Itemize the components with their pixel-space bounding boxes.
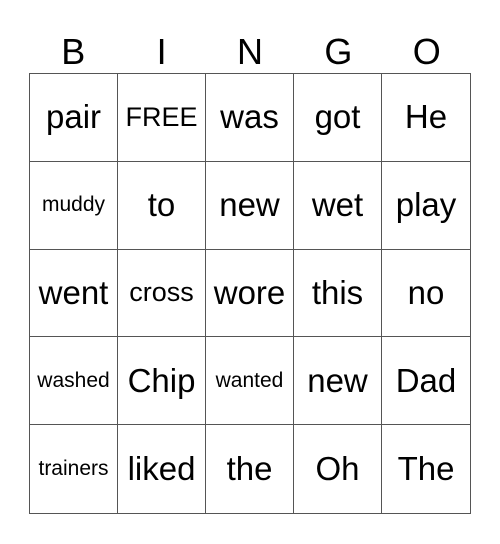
bingo-cell[interactable]: liked (118, 425, 206, 513)
header-letter-g: G (324, 31, 353, 72)
bingo-cell[interactable]: wet (294, 161, 382, 250)
header-letter-b: B (61, 31, 86, 72)
bingo-cell[interactable]: to (118, 161, 206, 250)
bingo-cell[interactable]: He (382, 74, 470, 162)
bingo-grid: pair FREE was got He muddy to new wet play went cro… (29, 73, 471, 514)
header-letter-i: I (156, 31, 167, 72)
bingo-cell[interactable]: trainers (30, 425, 118, 513)
bingo-cell[interactable]: new (294, 337, 382, 426)
header-letter-n: N (236, 31, 263, 72)
bingo-cell[interactable]: was (206, 74, 294, 162)
bingo-cell[interactable]: the (206, 425, 294, 513)
bingo-cell[interactable]: wanted (206, 337, 294, 426)
bingo-cell[interactable]: muddy (30, 161, 118, 250)
bingo-cell[interactable]: Oh (294, 425, 382, 513)
bingo-cell[interactable]: went (30, 249, 118, 338)
bingo-cell[interactable]: washed (30, 337, 118, 426)
header-letter-o: O (412, 31, 441, 72)
bingo-cell[interactable]: The (382, 425, 470, 513)
bingo-cell[interactable]: Dad (382, 337, 470, 426)
bingo-cell[interactable]: no (382, 250, 470, 338)
bingo-cell[interactable]: wore (206, 249, 294, 338)
bingo-header: B I N G O (29, 30, 471, 74)
bingo-cell[interactable]: this (294, 249, 382, 338)
bingo-cell[interactable]: play (382, 162, 470, 250)
bingo-cell[interactable]: new (206, 161, 294, 250)
bingo-cell[interactable]: Chip (118, 337, 206, 426)
bingo-cell[interactable]: got (294, 74, 382, 162)
free-space-cell[interactable]: FREE (118, 74, 206, 162)
bingo-cell[interactable]: cross (118, 249, 206, 338)
bingo-cell[interactable]: pair (30, 74, 118, 162)
